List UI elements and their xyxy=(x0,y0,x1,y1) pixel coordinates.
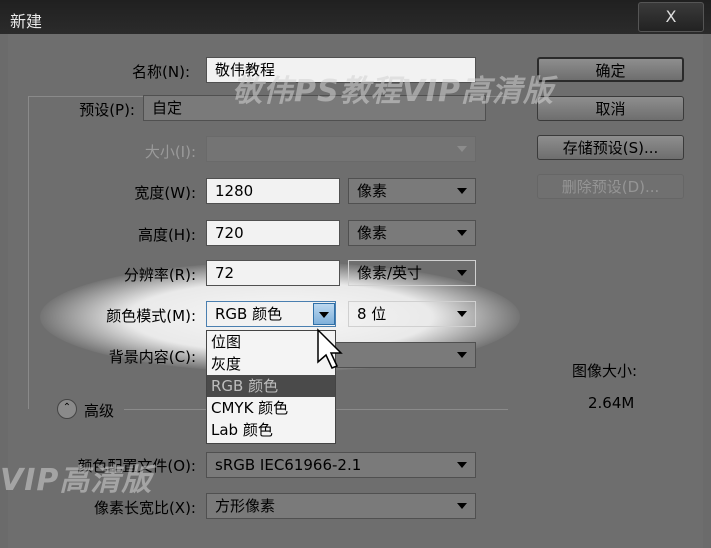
chevron-down-icon xyxy=(457,503,467,509)
watermark-left: VIP高清版 xyxy=(0,463,153,498)
chevron-down-icon xyxy=(457,462,467,468)
title-bar: 新建 X xyxy=(0,0,711,34)
ok-button[interactable]: 确定 xyxy=(537,57,684,82)
color-mode-value: RGB 颜色 xyxy=(215,305,283,323)
pixel-aspect-select[interactable]: 方形像素 xyxy=(206,493,476,519)
background-select[interactable] xyxy=(336,342,476,368)
save-preset-button[interactable]: 存储预设(S)... xyxy=(537,135,684,160)
width-input[interactable]: 1280 xyxy=(206,178,340,204)
cancel-button[interactable]: 取消 xyxy=(537,96,684,121)
name-label: 名称(N): xyxy=(132,63,190,81)
resolution-input[interactable]: 72 xyxy=(206,260,340,286)
bit-depth-select[interactable]: 8 位 xyxy=(348,301,476,327)
height-unit-select[interactable]: 像素 xyxy=(348,220,476,246)
height-unit-value: 像素 xyxy=(357,224,388,242)
resolution-unit-select[interactable]: 像素/英寸 xyxy=(348,260,476,286)
close-button[interactable]: X xyxy=(638,2,704,32)
mouse-cursor-icon xyxy=(317,328,343,369)
chevron-down-icon xyxy=(457,352,467,358)
height-label: 高度(H): xyxy=(137,226,196,244)
dialog-title: 新建 xyxy=(10,12,43,31)
menu-item-rgb[interactable]: RGB 颜色 xyxy=(207,375,335,397)
chevron-down-icon xyxy=(457,146,467,152)
bit-depth-value: 8 位 xyxy=(357,305,387,323)
resolution-unit-value: 像素/英寸 xyxy=(357,264,423,282)
preset-value: 自定 xyxy=(152,99,183,117)
preset-label: 预设(P): xyxy=(79,101,135,119)
color-profile-value: sRGB IEC61966-2.1 xyxy=(215,456,362,474)
width-unit-value: 像素 xyxy=(357,182,388,200)
pixel-aspect-value: 方形像素 xyxy=(215,497,276,515)
image-size-label: 图像大小: xyxy=(572,362,638,380)
width-label: 宽度(W): xyxy=(134,184,196,202)
chevron-down-icon xyxy=(457,230,467,236)
size-label: 大小(I): xyxy=(144,143,196,161)
chevron-down-icon xyxy=(457,188,467,194)
chevron-down-icon xyxy=(319,312,329,318)
pixel-aspect-label: 像素长宽比(X): xyxy=(93,499,196,517)
color-mode-label: 颜色模式(M): xyxy=(106,307,196,325)
menu-item-cmyk[interactable]: CMYK 颜色 xyxy=(207,397,335,419)
chevron-down-icon xyxy=(457,311,467,317)
size-select[interactable] xyxy=(206,136,476,162)
delete-preset-button[interactable]: 删除预设(D)... xyxy=(537,174,684,199)
height-input[interactable]: 720 xyxy=(206,220,340,246)
background-label: 背景内容(C): xyxy=(108,348,196,366)
menu-item-lab[interactable]: Lab 颜色 xyxy=(207,419,335,441)
image-size-value: 2.64M xyxy=(588,394,635,412)
advanced-label: 高级 xyxy=(84,402,115,420)
collapse-icon[interactable]: ⌃ xyxy=(57,399,77,419)
chevron-down-icon xyxy=(457,270,467,276)
resolution-label: 分辨率(R): xyxy=(123,266,196,284)
new-document-dialog: 新建 X 名称(N): 敬伟教程 预设(P): 自定 大小(I): 宽度(W):… xyxy=(0,0,711,548)
color-profile-select[interactable]: sRGB IEC61966-2.1 xyxy=(206,452,476,478)
color-mode-dropdown-button[interactable] xyxy=(313,303,335,325)
watermark-main: 敬伟PS教程VIP高清版 xyxy=(232,74,554,109)
width-unit-select[interactable]: 像素 xyxy=(348,178,476,204)
